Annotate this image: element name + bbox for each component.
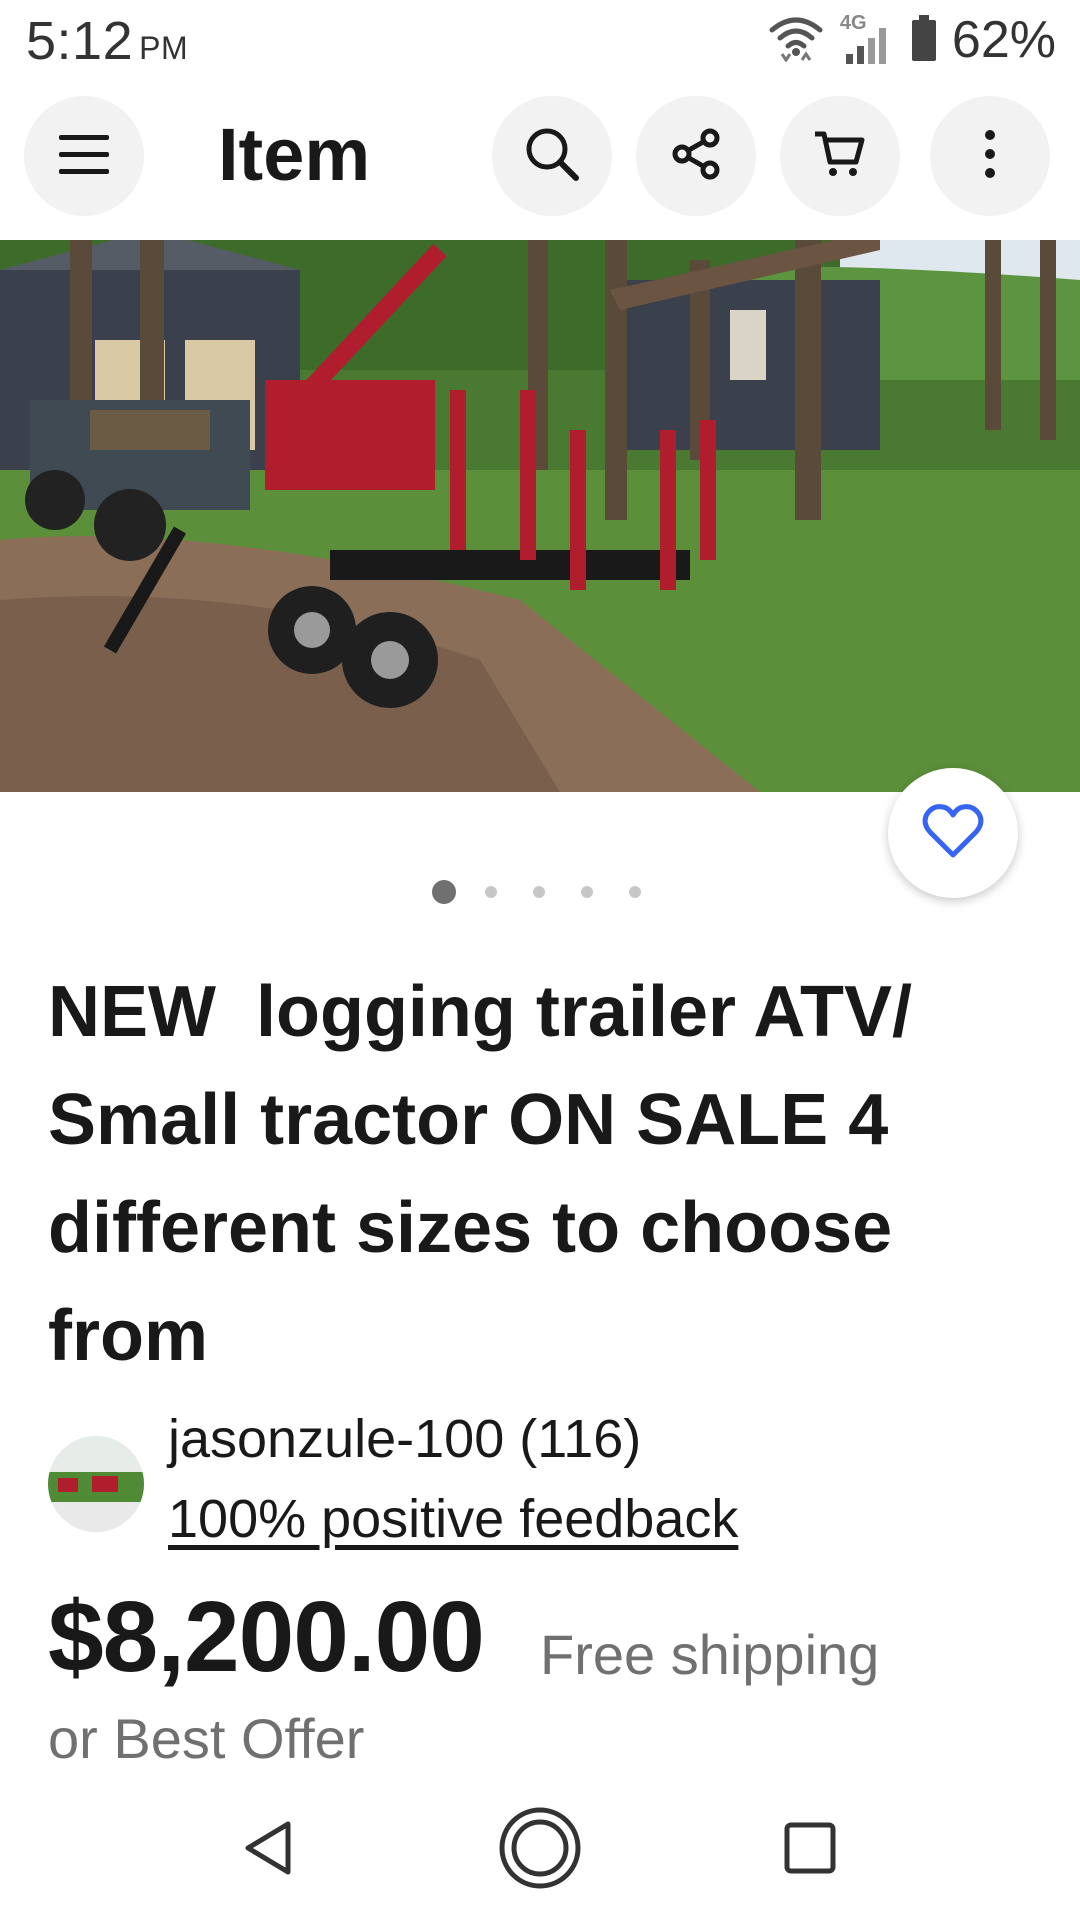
status-bar: 5:12 PM 4G 62% xyxy=(0,0,1080,84)
heart-outline-icon xyxy=(922,803,984,864)
recents-icon xyxy=(784,1822,836,1879)
nav-home-button[interactable] xyxy=(490,1800,590,1900)
seller-feedback-link[interactable]: 100% positive feedback xyxy=(168,1488,738,1550)
cart-button[interactable] xyxy=(780,96,900,216)
network-type-icon: 4G xyxy=(840,12,896,68)
item-image[interactable] xyxy=(0,240,1080,792)
item-title: NEW logging trailer ATV/ Small tractor O… xyxy=(48,972,933,1376)
status-time-value: 5:12 xyxy=(26,11,134,71)
seller-name[interactable]: jasonzule-100 (116) xyxy=(168,1408,641,1470)
menu-icon xyxy=(57,132,111,181)
system-nav-bar xyxy=(0,1770,1080,1920)
status-time: 5:12 PM xyxy=(26,10,188,72)
watch-button[interactable] xyxy=(888,768,1018,898)
share-icon xyxy=(668,126,724,187)
nav-back-button[interactable] xyxy=(218,1800,318,1900)
image-carousel-indicator xyxy=(0,880,1080,904)
wifi-icon xyxy=(768,14,824,67)
status-icons: 4G 62% xyxy=(768,10,1056,70)
carousel-dot[interactable] xyxy=(533,886,545,898)
home-icon xyxy=(498,1806,582,1895)
seller-info[interactable]: jasonzule-100 (116) 100% positive feedba… xyxy=(48,1408,1048,1549)
search-button[interactable] xyxy=(492,96,612,216)
carousel-dot[interactable] xyxy=(629,886,641,898)
status-time-ampm: PM xyxy=(139,30,189,66)
app-bar: Item xyxy=(0,96,1080,216)
nav-recents-button[interactable] xyxy=(760,1800,860,1900)
seller-avatar[interactable] xyxy=(48,1436,144,1532)
carousel-dot[interactable] xyxy=(485,886,497,898)
search-icon xyxy=(524,126,580,187)
battery-icon xyxy=(911,14,936,66)
screen: 5:12 PM 4G 62% Item NEW logging trailer … xyxy=(0,0,1080,1920)
logging-trailer-photo xyxy=(0,240,1080,792)
cart-icon xyxy=(812,126,868,187)
battery-percent: 62% xyxy=(951,11,1056,69)
carousel-dot[interactable] xyxy=(581,886,593,898)
item-price: $8,200.00 xyxy=(48,1581,485,1693)
back-icon xyxy=(242,1820,294,1881)
carousel-dot-active[interactable] xyxy=(432,880,456,904)
more-options-button[interactable] xyxy=(930,96,1050,216)
share-button[interactable] xyxy=(636,96,756,216)
menu-button[interactable] xyxy=(24,96,144,216)
more-vert-icon xyxy=(982,129,998,184)
page-title: Item xyxy=(218,113,371,196)
shipping-info: Free shipping xyxy=(540,1623,880,1686)
best-offer-label: or Best Offer xyxy=(48,1707,365,1770)
